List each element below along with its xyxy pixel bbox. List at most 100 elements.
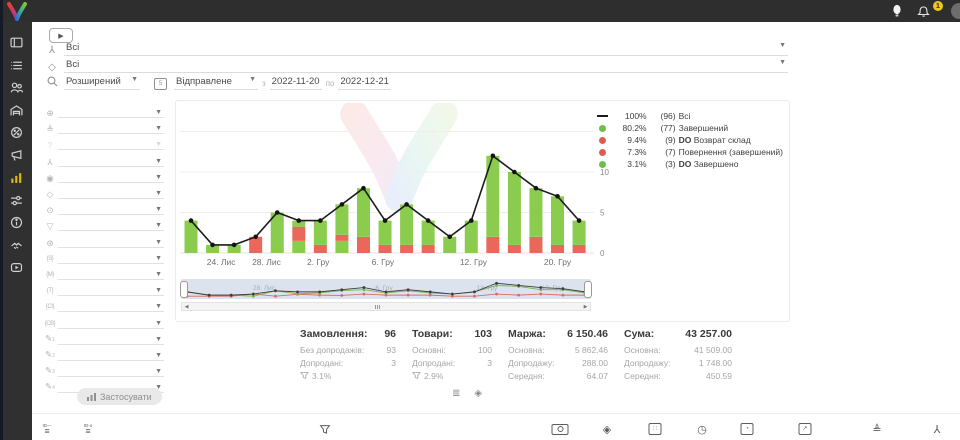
chevron-down-icon: ▼ — [155, 287, 164, 295]
filter-select[interactable]: ▼ — [58, 287, 164, 296]
stopwatch-icon[interactable]: ◷ — [697, 421, 707, 437]
filter-select[interactable]: ▼ — [58, 190, 164, 199]
sitemap-icon[interactable]: ⅄ — [934, 421, 941, 437]
date-from-label: з — [262, 79, 266, 90]
analytics-chart-icon — [10, 171, 23, 184]
chevron-down-icon: ▼ — [779, 59, 786, 70]
stat-title: Маржа: — [508, 328, 546, 343]
date-to-input[interactable]: 2022-12-21 — [338, 76, 391, 90]
app-logo[interactable] — [6, 2, 28, 27]
chevron-down-icon: ▼ — [155, 271, 164, 279]
products-toggle-icon[interactable]: ◈ — [474, 388, 482, 399]
date-field-select[interactable]: Відправлене ▼ — [174, 76, 258, 90]
stat-row-value: 3 — [487, 358, 492, 368]
calendar-grid-icon[interactable]: ∷ — [649, 421, 662, 437]
filter-select[interactable]: ▼ — [58, 222, 164, 231]
chevron-down-icon: ▼ — [155, 190, 164, 198]
stat-row-label: Середня: — [624, 371, 661, 381]
notifications-bell-icon[interactable] — [917, 4, 930, 18]
stat-title: Товари: — [412, 328, 453, 343]
legend-item-3[interactable]: 7.3%(7)Повернення (завершений) — [596, 146, 783, 158]
filter-select[interactable]: ▼ — [58, 352, 164, 361]
source-select[interactable]: Всі ▼ — [64, 42, 788, 56]
stat-row-label: Основна: — [508, 345, 545, 355]
sidebar-item-megaphone[interactable] — [0, 146, 32, 164]
legend-item-1[interactable]: 80.2%(77)Завершений — [596, 122, 783, 134]
date-to-label: по — [326, 79, 335, 90]
date-from-input[interactable]: 2022-11-20 — [270, 76, 322, 90]
legend-item-2[interactable]: 9.4%(9)DO Возврат склад — [596, 134, 783, 146]
search-mode-select[interactable]: Розширений ▼ — [64, 76, 140, 90]
filter-select[interactable]: ▼ — [58, 255, 164, 264]
sidebar-item-warehouse[interactable] — [0, 101, 32, 119]
filter-select[interactable]: ▼ — [58, 125, 164, 134]
stat-value: 6 150.46 — [567, 328, 608, 343]
chart-scrollbar[interactable]: ◀ ▶ — [181, 302, 591, 311]
stat-value: 103 — [474, 328, 492, 343]
product-select[interactable]: Всі ▼ — [64, 59, 788, 73]
filter-select[interactable]: ▼ — [58, 141, 164, 150]
chart-navigator[interactable]: 28. Лис6. Гру13. Гру19. Гру — [181, 279, 591, 299]
chart-legend: 100%(96)Всі80.2%(77)Завершений9.4%(9)DO … — [596, 110, 783, 170]
filter-select[interactable]: ▼ — [58, 206, 164, 215]
warehouse-icon — [10, 104, 23, 117]
filter-select[interactable]: ▼ — [58, 368, 164, 377]
notification-badge: 1 — [933, 1, 943, 11]
offers-id-icon[interactable]: ID-o≡ — [84, 421, 93, 437]
calendar-export-icon[interactable]: ↗ — [799, 421, 812, 437]
filter-select[interactable]: ▼ — [58, 174, 164, 183]
filter-select[interactable]: ▼ — [58, 239, 164, 248]
sidebar-item-handshake[interactable] — [0, 236, 32, 254]
sidebar-item-sliders[interactable] — [0, 191, 32, 209]
filter-row-note-3: ✎3▼ — [42, 363, 164, 377]
search-icon[interactable] — [44, 76, 60, 90]
navigator-right-handle[interactable] — [584, 281, 592, 298]
apply-button[interactable]: Застосувати — [77, 388, 162, 405]
legend-text: (77) — [650, 123, 676, 133]
legend-text: 100% — [613, 111, 647, 121]
filter-row-web: ⊛▼ — [42, 234, 164, 248]
theme-bulb-icon[interactable] — [891, 4, 903, 18]
sidebar-item-users[interactable] — [0, 78, 32, 96]
calendar-time-icon[interactable]: ◔ — [741, 421, 754, 437]
filter-row-var-m: {M}▼ — [42, 266, 164, 280]
scrollbar-grip[interactable] — [375, 305, 380, 309]
ramp-icon[interactable]: ≜ — [872, 421, 881, 437]
scroll-right-icon[interactable]: ▶ — [581, 303, 590, 310]
package-icon[interactable]: ◈ — [603, 421, 611, 437]
stat-header: Сума:43 257.00 — [624, 328, 732, 343]
banknote-icon[interactable] — [552, 421, 569, 437]
filter-select[interactable]: ▼ — [58, 158, 164, 167]
handshake-icon — [10, 239, 23, 252]
sidebar-item-analytics-chart[interactable] — [0, 168, 32, 186]
globe-icon: ⊕ — [42, 108, 58, 118]
sidebar-item-discount[interactable] — [0, 123, 32, 141]
svg-text:2. Гру: 2. Гру — [307, 257, 330, 267]
filter-select[interactable]: ▼ — [58, 320, 164, 329]
sidebar-item-info[interactable] — [0, 213, 32, 231]
stat-row: Без допродажів:93 — [300, 343, 396, 356]
legend-item-4[interactable]: 3.1%(3)DO Завершено — [596, 158, 783, 170]
legend-item-0[interactable]: 100%(96)Всі — [596, 110, 783, 122]
orders-id-icon[interactable]: ID—≡ — [43, 421, 52, 437]
orders-list-toggle-icon[interactable]: ≣ — [452, 388, 460, 399]
scroll-left-icon[interactable]: ◀ — [182, 303, 191, 310]
filter-product-row: ◇ Всі ▼ — [44, 57, 788, 73]
filter-select[interactable]: ▼ — [58, 336, 164, 345]
user-avatar[interactable] — [951, 3, 960, 19]
stat-column-2: Маржа:6 150.46Основна:5 862.46Допродажу:… — [508, 328, 608, 382]
filter-select[interactable]: ▼ — [58, 303, 164, 312]
navigator-left-handle[interactable] — [180, 281, 188, 298]
filter-select[interactable]: ▼ — [58, 271, 164, 280]
filter-select[interactable]: ▼ — [58, 109, 164, 118]
legend-text: 9.4% — [613, 135, 647, 145]
svg-text:28. Лис: 28. Лис — [252, 257, 282, 267]
legend-dot-marker — [599, 161, 606, 168]
sidebar-item-video[interactable] — [0, 258, 32, 276]
cup-icon[interactable] — [320, 421, 331, 437]
chevron-down-icon: ▼ — [155, 174, 164, 182]
sidebar-item-list[interactable] — [0, 56, 32, 74]
sidebar-item-panel[interactable] — [0, 33, 32, 51]
stat-row-label: Допродані: — [300, 358, 343, 368]
sitemap-icon: ⅄ — [42, 157, 58, 167]
